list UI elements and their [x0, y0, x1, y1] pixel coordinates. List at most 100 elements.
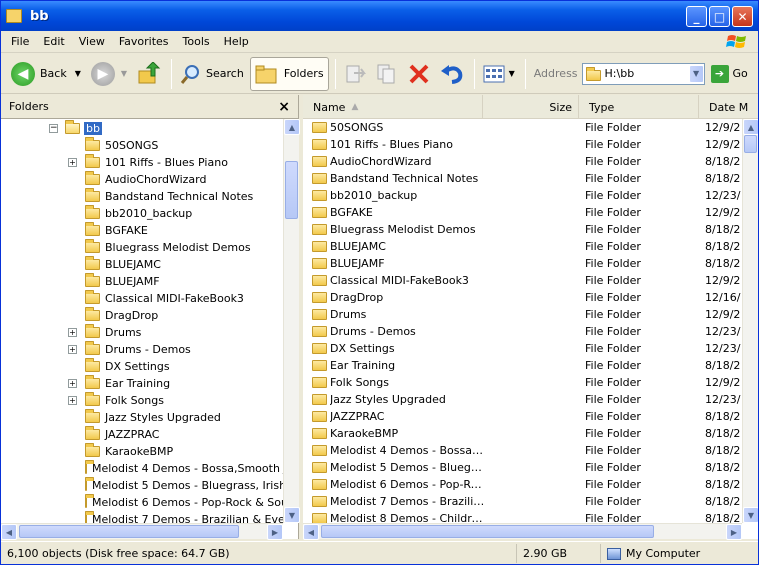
- column-date-modified[interactable]: Date M: [699, 95, 758, 119]
- tree-item[interactable]: bb2010_backup: [1, 205, 283, 222]
- tree-item[interactable]: BLUEJAMC: [1, 256, 283, 273]
- menu-help[interactable]: Help: [224, 35, 249, 48]
- expand-toggle-icon[interactable]: +: [68, 328, 77, 337]
- file-row[interactable]: DX Settings File Folder 12/23/: [303, 340, 742, 357]
- column-name[interactable]: Name ▲: [303, 95, 483, 119]
- scroll-thumb[interactable]: [744, 135, 757, 153]
- tree-item[interactable]: + Drums - Demos: [1, 341, 283, 358]
- tree-item[interactable]: + Drums: [1, 324, 283, 341]
- tree-root[interactable]: − bb: [1, 119, 283, 137]
- file-row[interactable]: Melodist 7 Demos - Brazilian &... File Fo…: [303, 493, 742, 510]
- tree-item[interactable]: DragDrop: [1, 307, 283, 324]
- tree-item[interactable]: Jazz Styles Upgraded: [1, 409, 283, 426]
- file-row[interactable]: Folk Songs File Folder 12/9/2: [303, 374, 742, 391]
- scroll-right-icon[interactable]: ▶: [267, 524, 283, 540]
- file-row[interactable]: Bandstand Technical Notes File Folder 8/18…: [303, 170, 742, 187]
- menu-tools[interactable]: Tools: [183, 35, 210, 48]
- tree-item[interactable]: Bandstand Technical Notes: [1, 188, 283, 205]
- maximize-button[interactable]: □: [709, 6, 730, 27]
- scroll-thumb[interactable]: [321, 525, 654, 538]
- file-row[interactable]: KaraokeBMP File Folder 8/18/2: [303, 425, 742, 442]
- file-row[interactable]: Bluegrass Melodist Demos File Folder 8/18/…: [303, 221, 742, 238]
- minimize-button[interactable]: _: [686, 6, 707, 27]
- file-row[interactable]: Jazz Styles Upgraded File Folder 12/23/: [303, 391, 742, 408]
- list-vertical-scrollbar[interactable]: ▲ ▼: [742, 119, 758, 523]
- tree-item[interactable]: DX Settings: [1, 358, 283, 375]
- file-row[interactable]: BGFAKE File Folder 12/9/2: [303, 204, 742, 221]
- tree-item[interactable]: + Ear Training: [1, 375, 283, 392]
- expand-toggle-icon[interactable]: +: [68, 158, 77, 167]
- search-button[interactable]: Search: [176, 57, 248, 91]
- menu-file[interactable]: File: [11, 35, 29, 48]
- scroll-thumb[interactable]: [19, 525, 239, 538]
- file-row[interactable]: BLUEJAMC File Folder 8/18/2: [303, 238, 742, 255]
- expand-toggle-icon[interactable]: +: [68, 345, 77, 354]
- tree-item[interactable]: Melodist 4 Demos - Bossa,Smooth Jaz: [1, 460, 283, 477]
- file-row[interactable]: AudioChordWizard File Folder 8/18/2: [303, 153, 742, 170]
- tree-item[interactable]: 50SONGS: [1, 137, 283, 154]
- folders-button[interactable]: Folders: [249, 56, 329, 91]
- column-type[interactable]: Type: [579, 95, 699, 119]
- file-row[interactable]: Drums File Folder 12/9/2: [303, 306, 742, 323]
- collapse-toggle-icon[interactable]: −: [49, 123, 58, 133]
- file-row[interactable]: 50SONGS File Folder 12/9/2: [303, 119, 742, 136]
- file-row[interactable]: 101 Riffs - Blues Piano File Folder 12/9/2: [303, 136, 742, 153]
- file-row[interactable]: BLUEJAMF File Folder 8/18/2: [303, 255, 742, 272]
- file-row[interactable]: Melodist 6 Demos - Pop-Rock ... File Fold…: [303, 476, 742, 493]
- dropdown-arrow-icon[interactable]: ▼: [75, 69, 81, 78]
- tree-horizontal-scrollbar[interactable]: ◀ ▶: [1, 523, 283, 540]
- forward-button[interactable]: ▶ ▼: [87, 57, 131, 91]
- tree-item[interactable]: BGFAKE: [1, 222, 283, 239]
- tree-item[interactable]: Melodist 5 Demos - Bluegrass, Irish: [1, 477, 283, 494]
- menu-edit[interactable]: Edit: [43, 35, 64, 48]
- file-row[interactable]: DragDrop File Folder 12/16/: [303, 289, 742, 306]
- file-row[interactable]: Classical MIDI-FakeBook3 File Folder 12/9/…: [303, 272, 742, 289]
- file-row[interactable]: Drums - Demos File Folder 12/23/: [303, 323, 742, 340]
- scroll-down-icon[interactable]: ▼: [284, 507, 300, 523]
- views-button[interactable]: ▼: [479, 57, 519, 91]
- title-bar[interactable]: bb _ □ ✕: [1, 1, 758, 31]
- scroll-left-icon[interactable]: ◀: [1, 524, 17, 540]
- list-horizontal-scrollbar[interactable]: ◀ ▶: [303, 523, 742, 540]
- expand-toggle-icon[interactable]: +: [68, 396, 77, 405]
- file-row[interactable]: Melodist 8 Demos - Children's... File Fol…: [303, 510, 742, 523]
- move-to-button[interactable]: [340, 57, 370, 91]
- expand-toggle-icon[interactable]: +: [68, 379, 77, 388]
- file-row[interactable]: Melodist 4 Demos - Bossa,Sm... File Folde…: [303, 442, 742, 459]
- file-row[interactable]: Ear Training File Folder 8/18/2: [303, 357, 742, 374]
- tree-item[interactable]: KaraokeBMP: [1, 443, 283, 460]
- up-folder-button[interactable]: [133, 57, 165, 91]
- tree-item[interactable]: Classical MIDI-FakeBook3: [1, 290, 283, 307]
- scroll-down-icon[interactable]: ▼: [743, 507, 758, 523]
- dropdown-arrow-icon[interactable]: ▼: [509, 69, 515, 78]
- back-button[interactable]: ◀ Back ▼: [7, 57, 85, 91]
- scroll-left-icon[interactable]: ◀: [303, 524, 319, 540]
- file-row[interactable]: JAZZPRAC File Folder 8/18/2: [303, 408, 742, 425]
- scroll-right-icon[interactable]: ▶: [726, 524, 742, 540]
- column-size[interactable]: Size: [483, 95, 579, 119]
- scroll-up-icon[interactable]: ▲: [743, 119, 758, 135]
- tree-item[interactable]: + Folk Songs: [1, 392, 283, 409]
- scroll-up-icon[interactable]: ▲: [284, 119, 300, 135]
- tree-item[interactable]: Melodist 7 Demos - Brazilian & Even 8: [1, 511, 283, 523]
- copy-to-button[interactable]: [372, 57, 402, 91]
- tree-item[interactable]: Bluegrass Melodist Demos: [1, 239, 283, 256]
- delete-button[interactable]: [404, 57, 434, 91]
- close-pane-icon[interactable]: ×: [278, 99, 290, 115]
- tree-vertical-scrollbar[interactable]: ▲ ▼: [283, 119, 300, 523]
- tree-item[interactable]: AudioChordWizard: [1, 171, 283, 188]
- dropdown-arrow-icon[interactable]: ▼: [121, 69, 127, 78]
- menu-view[interactable]: View: [79, 35, 105, 48]
- tree-item[interactable]: Melodist 6 Demos - Pop-Rock & Sound: [1, 494, 283, 511]
- address-input[interactable]: H:\bb ▼: [581, 62, 705, 85]
- undo-button[interactable]: [436, 57, 468, 91]
- menu-favorites[interactable]: Favorites: [119, 35, 169, 48]
- chevron-down-icon[interactable]: ▼: [688, 64, 704, 83]
- file-row[interactable]: bb2010_backup File Folder 12/23/: [303, 187, 742, 204]
- file-row[interactable]: Melodist 5 Demos - Bluegrass,... File Fol…: [303, 459, 742, 476]
- go-button[interactable]: ➔ Go: [710, 64, 748, 83]
- close-button[interactable]: ✕: [732, 6, 753, 27]
- tree-item[interactable]: JAZZPRAC: [1, 426, 283, 443]
- tree-item[interactable]: BLUEJAMF: [1, 273, 283, 290]
- scroll-thumb[interactable]: [285, 161, 298, 219]
